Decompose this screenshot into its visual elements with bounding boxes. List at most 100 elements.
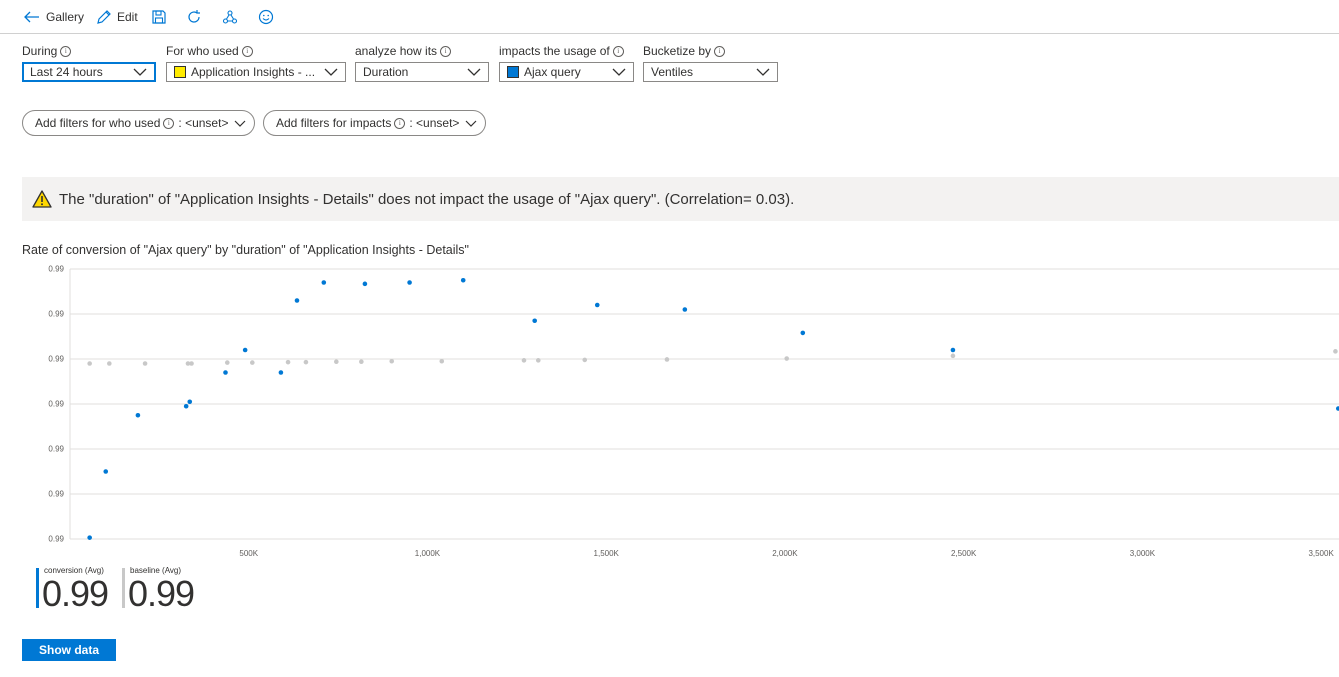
x-tick-label: 1,500K	[594, 549, 620, 558]
baseline-point	[439, 358, 445, 364]
color-swatch	[174, 66, 186, 78]
baseline-point	[189, 361, 194, 366]
baseline-point	[303, 359, 309, 365]
legend-conversion-value: 0.99	[42, 573, 109, 614]
color-swatch	[507, 66, 519, 78]
save-icon	[152, 10, 166, 24]
legend-color-bar	[36, 568, 39, 608]
baseline-point	[582, 357, 588, 363]
impacts-usage-value: Ajax query	[524, 65, 581, 79]
baseline-point	[107, 361, 112, 366]
conversion-point	[278, 370, 284, 375]
impacts-usage-label-text: impacts the usage of	[499, 44, 610, 58]
conversion-point	[321, 280, 327, 285]
baseline-point	[389, 358, 395, 364]
conversion-point	[532, 318, 538, 324]
add-filters-who-used-value: : <unset>	[178, 116, 229, 130]
x-tick-label: 3,000K	[1130, 549, 1156, 558]
feedback-button[interactable]	[258, 8, 274, 26]
warning-icon	[32, 190, 52, 208]
info-icon: i	[241, 45, 253, 57]
for-who-used-value: Application Insights - ...	[191, 65, 316, 79]
baseline-point	[142, 361, 148, 366]
baseline-point	[285, 359, 291, 365]
bucketize-by-value: Ventiles	[651, 65, 694, 79]
legend-color-bar	[122, 568, 125, 608]
impacts-usage-dropdown[interactable]: Ajax query	[499, 62, 634, 82]
refresh-button[interactable]	[186, 8, 202, 26]
during-label-text: During	[22, 44, 58, 58]
y-tick-label: 0.99	[48, 535, 64, 544]
baseline-point	[250, 360, 255, 365]
conversion-point	[407, 280, 412, 285]
conversion-point	[135, 412, 141, 418]
x-tick-label: 1,000K	[415, 549, 441, 558]
add-filters-impacts-button[interactable]: Add filters for impacts i : <unset>	[263, 110, 487, 136]
bucketize-by-label-text: Bucketize by	[643, 44, 712, 58]
x-tick-label: 500K	[239, 549, 258, 558]
edit-label: Edit	[117, 10, 138, 24]
conversion-point	[187, 399, 193, 405]
baseline-point	[224, 360, 230, 365]
info-icon: i	[394, 117, 406, 129]
chevron-down-icon	[133, 68, 147, 76]
conversion-point	[183, 403, 189, 409]
add-filters-impacts-label: Add filters for impacts	[276, 116, 392, 130]
conversion-point	[223, 370, 228, 375]
analyze-how-its-label: analyze how its i	[355, 44, 452, 58]
toolbar: Gallery Edit	[0, 0, 1339, 34]
for-who-used-label: For who used i	[166, 44, 253, 58]
legend-baseline-value: 0.99	[128, 573, 195, 614]
chevron-down-icon	[467, 68, 481, 76]
info-icon: i	[60, 45, 72, 57]
refresh-icon	[188, 10, 200, 23]
bucketize-by-dropdown[interactable]: Ventiles	[643, 62, 778, 82]
arrow-left-icon	[24, 11, 39, 23]
info-icon: i	[714, 45, 726, 57]
analyze-how-its-value: Duration	[363, 65, 409, 79]
conversion-point	[950, 347, 956, 353]
conversion-point	[460, 277, 466, 283]
for-who-used-label-text: For who used	[166, 44, 239, 58]
conversion-point	[294, 298, 300, 303]
impacts-usage-label: impacts the usage of i	[499, 44, 624, 58]
edit-button[interactable]: Edit	[96, 8, 138, 26]
smiley-icon	[258, 9, 274, 25]
share-button[interactable]	[222, 8, 238, 26]
baseline-point	[784, 356, 790, 361]
add-filters-who-used-button[interactable]: Add filters for who used i : <unset>	[22, 110, 256, 136]
during-dropdown[interactable]: Last 24 hours	[22, 62, 156, 82]
baseline-point	[950, 353, 956, 359]
back-label: Gallery	[46, 10, 85, 24]
y-tick-label: 0.99	[48, 310, 64, 319]
during-value: Last 24 hours	[30, 65, 103, 79]
baseline-point	[521, 358, 527, 363]
baseline-point	[535, 358, 541, 363]
y-tick-label: 0.99	[48, 490, 64, 499]
warning-text: The "duration" of "Application Insights …	[59, 190, 795, 208]
pencil-icon	[97, 10, 111, 24]
baseline-point	[87, 361, 92, 366]
show-data-button[interactable]: Show data	[22, 639, 116, 661]
chevron-down-icon	[612, 68, 626, 76]
chevron-down-icon	[465, 120, 477, 127]
y-tick-label: 0.99	[48, 265, 64, 274]
save-button[interactable]	[151, 8, 167, 26]
conversion-scatter-chart: 0.99 0.99 0.99 0.99 0.99 0.99 0.99 500K 1,000K 1,…	[48, 265, 1339, 558]
baseline-point	[1333, 349, 1338, 354]
add-filters-impacts-value: : <unset>	[409, 116, 460, 130]
y-tick-label: 0.99	[48, 445, 64, 454]
bucketize-by-label: Bucketize by i	[643, 44, 726, 58]
for-who-used-dropdown[interactable]: Application Insights - ...	[166, 62, 346, 82]
analyze-how-its-dropdown[interactable]: Duration	[355, 62, 489, 82]
back-to-gallery-button[interactable]: Gallery	[24, 8, 84, 26]
baseline-point	[334, 359, 339, 364]
conversion-point	[362, 281, 368, 287]
y-tick-label: 0.99	[48, 400, 64, 409]
conversion-point	[594, 302, 600, 308]
conversion-point	[242, 347, 248, 353]
info-icon: i	[612, 45, 624, 57]
during-label: During i	[22, 44, 72, 58]
chevron-down-icon	[756, 68, 770, 76]
conversion-point	[87, 535, 92, 540]
